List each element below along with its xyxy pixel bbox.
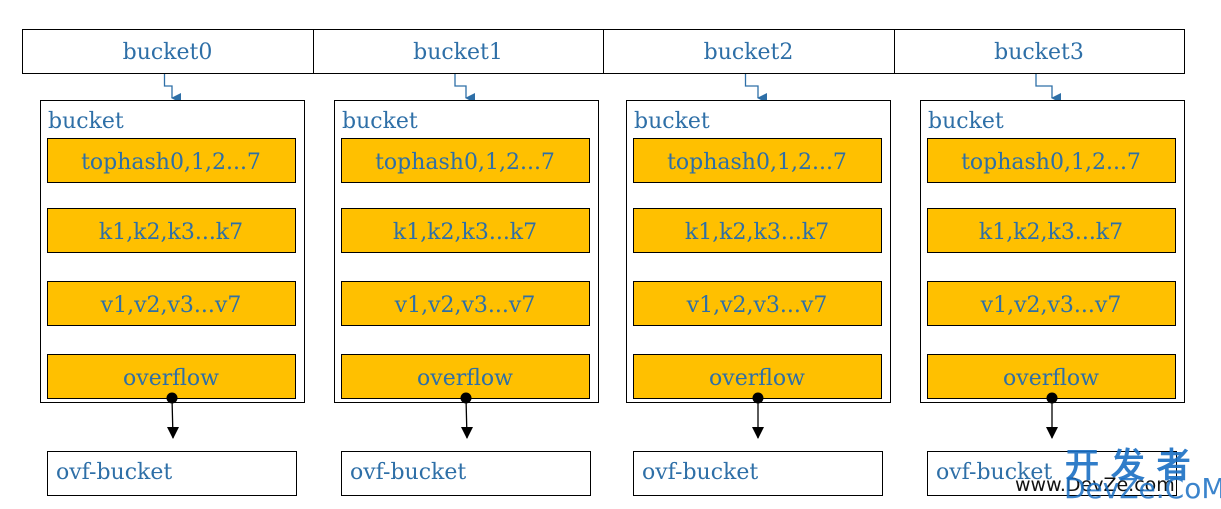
field-label: v1,v2,v3...v7 (980, 293, 1122, 318)
array-cell-label: bucket2 (704, 40, 794, 65)
watermark-brand: DevZe.CoM (1064, 472, 1221, 505)
field-label: tophash0,1,2...7 (961, 150, 1141, 175)
ovf-bucket-label: ovf-bucket (56, 460, 172, 485)
ovf-bucket-label: ovf-bucket (642, 460, 758, 485)
field-label: v1,v2,v3...v7 (100, 293, 242, 318)
field-label: k1,k2,k3...k7 (979, 220, 1123, 245)
field-label: k1,k2,k3...k7 (393, 220, 537, 245)
array-cell-label: bucket0 (123, 40, 213, 65)
bucket-title: bucket (634, 109, 710, 134)
hashmap-bucket-diagram: bucket0 bucket tophash0,1,2...7 k1,k2,k3...… (0, 0, 1221, 509)
array-cell-label: bucket1 (413, 40, 503, 65)
pointer-arrow (454, 74, 475, 103)
diagram-canvas: bucket0 bucket tophash0,1,2...7 k1,k2,k3...… (22, 29, 1185, 496)
pointer-arrow (163, 74, 181, 103)
field-label: k1,k2,k3...k7 (685, 220, 829, 245)
field-label: overflow (709, 366, 805, 391)
pointer-arrow (744, 74, 767, 103)
bucket-title: bucket (928, 109, 1004, 134)
field-label: overflow (123, 366, 219, 391)
field-label: tophash0,1,2...7 (375, 150, 555, 175)
field-label: overflow (1003, 366, 1099, 391)
ovf-bucket-label: ovf-bucket (350, 460, 466, 485)
field-label: k1,k2,k3...k7 (99, 220, 243, 245)
pointer-arrow (1035, 74, 1061, 103)
bucket-title: bucket (48, 109, 124, 134)
field-label: v1,v2,v3...v7 (686, 293, 828, 318)
field-label: v1,v2,v3...v7 (394, 293, 536, 318)
overflow-arrow (167, 397, 179, 439)
overflow-arrow (461, 397, 473, 439)
array-cell-label: bucket3 (994, 40, 1084, 65)
bucket-title: bucket (342, 109, 418, 134)
field-label: overflow (417, 366, 513, 391)
field-label: tophash0,1,2...7 (81, 150, 261, 175)
field-label: tophash0,1,2...7 (667, 150, 847, 175)
